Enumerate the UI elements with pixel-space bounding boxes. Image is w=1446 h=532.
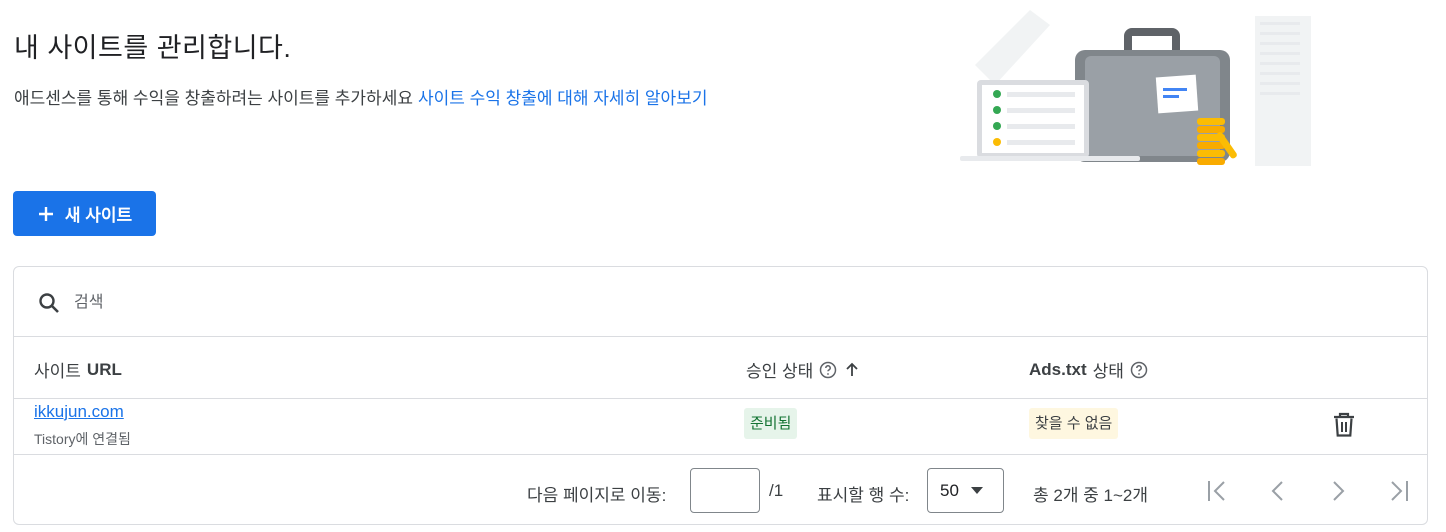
help-icon[interactable] [1130, 361, 1148, 379]
column-ads-txt-suffix: 상태 [1092, 362, 1124, 381]
prev-page-icon[interactable] [1265, 477, 1291, 505]
page-title: 내 사이트를 관리합니다. [14, 33, 292, 63]
search-input[interactable] [74, 289, 474, 317]
caret-down-icon [971, 487, 983, 494]
go-to-page-label: 다음 페이지로 이동: [527, 486, 667, 505]
rows-per-page-select[interactable]: 50 [927, 468, 1004, 513]
plus-icon [38, 206, 53, 221]
first-page-icon[interactable] [1205, 477, 1231, 505]
search-icon [39, 293, 59, 313]
column-site-url[interactable]: 사이트 URL [34, 357, 122, 382]
column-approval-status-label: 승인 상태 [746, 362, 814, 381]
learn-more-link[interactable]: 사이트 수익 창출에 대해 자세히 알아보기 [418, 89, 708, 108]
sort-arrow-up-icon[interactable] [843, 361, 861, 379]
page-number-input[interactable] [690, 468, 760, 513]
site-connection-note: Tistory에 연결됨 [34, 431, 131, 447]
column-ads-txt-label: Ads.txt [1029, 359, 1087, 379]
table-header: 사이트 URL 승인 상태 Ads.txt 상태 [14, 337, 1427, 399]
description-text: 애드센스를 통해 수익을 창출하려는 사이트를 추가하세요 [14, 89, 413, 108]
new-site-label: 새 사이트 [64, 206, 133, 225]
rows-per-page-value: 50 [940, 480, 959, 500]
new-site-button[interactable]: 새 사이트 [13, 191, 156, 236]
column-ads-txt-status[interactable]: Ads.txt 상태 [1029, 357, 1148, 382]
page-description: 애드센스를 통해 수익을 창출하려는 사이트를 추가하세요 사이트 수익 창출에 … [14, 84, 707, 109]
last-page-icon[interactable] [1385, 477, 1411, 505]
column-site-url-suffix: URL [86, 359, 122, 379]
briefcase-illustration [960, 10, 1311, 166]
sites-table-card: 사이트 URL 승인 상태 Ads.txt 상태 ikkujun.com Tisto… [13, 266, 1428, 525]
rows-per-page-label: 표시할 행 수: [817, 486, 910, 505]
help-icon[interactable] [819, 361, 837, 379]
column-approval-status[interactable]: 승인 상태 [746, 357, 861, 382]
site-url-link[interactable]: ikkujun.com [34, 402, 124, 422]
column-site-url-label: 사이트 [34, 362, 81, 381]
range-text: 총 2개 중 1~2개 [1033, 486, 1149, 505]
trash-icon[interactable] [1332, 412, 1356, 438]
table-row: ikkujun.com Tistory에 연결됨 준비됨 찾을 수 없음 [14, 399, 1427, 455]
pagination-bar: 다음 페이지로 이동: /1 표시할 행 수: 50 총 2개 중 1~2개 [14, 455, 1427, 524]
approval-status-badge: 준비됨 [744, 408, 798, 439]
total-pages-text: /1 [769, 481, 784, 500]
search-bar [14, 267, 1427, 337]
next-page-icon[interactable] [1325, 477, 1351, 505]
ads-txt-status-badge: 찾을 수 없음 [1029, 408, 1119, 439]
